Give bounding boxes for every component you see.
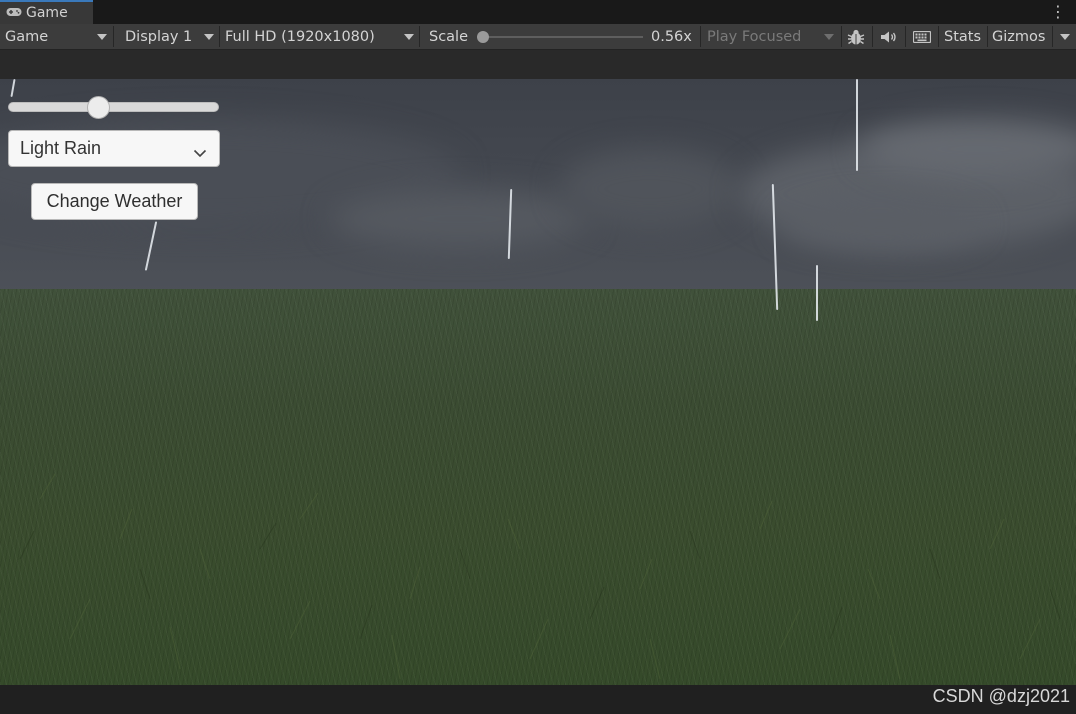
separator: [841, 26, 842, 47]
weather-dropdown[interactable]: Light Rain: [8, 130, 220, 167]
bug-icon[interactable]: [846, 24, 866, 49]
resolution-dropdown[interactable]: Full HD (1920x1080): [220, 24, 419, 49]
scale-slider-track[interactable]: [483, 36, 643, 38]
game-viewport[interactable]: Light Rain Change Weather: [0, 79, 1076, 685]
scale-label: Scale: [429, 28, 469, 45]
rain-streak: [816, 265, 818, 321]
change-weather-button[interactable]: Change Weather: [31, 183, 198, 220]
scale-slider-handle[interactable]: [477, 31, 489, 43]
view-mode-dropdown[interactable]: Game: [0, 24, 113, 49]
separator: [872, 26, 873, 47]
play-mode-dropdown[interactable]: Play Focused: [701, 24, 841, 49]
scale-value: 0.56x: [651, 28, 692, 45]
chevron-down-icon: [204, 34, 214, 40]
game-toolbar: Game Display 1 Full HD (1920x1080) Scale…: [0, 24, 1076, 50]
chevron-down-icon: [404, 34, 414, 40]
separator: [987, 26, 988, 47]
tab-bar: Game ⋮: [0, 0, 1076, 24]
chevron-down-icon: [1060, 34, 1070, 40]
viewport-letterbox: [0, 50, 1076, 79]
stats-button[interactable]: Stats: [944, 24, 981, 49]
gizmos-button[interactable]: Gizmos: [992, 24, 1045, 49]
play-mode-label: Play Focused: [707, 28, 802, 45]
gizmos-dropdown[interactable]: [1053, 24, 1076, 49]
display-label: Display 1: [125, 28, 193, 45]
display-dropdown[interactable]: Display 1: [114, 24, 219, 49]
audio-icon[interactable]: [879, 24, 899, 49]
keyboard-icon[interactable]: [911, 24, 933, 49]
rain-streak: [856, 79, 858, 171]
separator: [905, 26, 906, 47]
gamepad-icon: [6, 5, 22, 21]
chevron-down-icon: [97, 34, 107, 40]
weather-intensity-slider-handle[interactable]: [86, 96, 110, 119]
resolution-label: Full HD (1920x1080): [225, 28, 375, 45]
chevron-down-icon: [193, 142, 207, 163]
separator: [938, 26, 939, 47]
grass-texture: [19, 473, 1061, 680]
weather-dropdown-value: Light Rain: [20, 138, 102, 158]
chevron-down-icon: [824, 34, 834, 40]
view-mode-label: Game: [5, 28, 49, 45]
more-options-icon[interactable]: ⋮: [1050, 2, 1066, 22]
watermark: CSDN @dzj2021: [932, 686, 1070, 706]
bottom-bar: [0, 685, 1076, 714]
weather-intensity-slider[interactable]: [8, 102, 219, 112]
tab-game[interactable]: Game: [0, 0, 93, 24]
separator: [419, 26, 420, 47]
tab-game-label: Game: [26, 5, 68, 21]
